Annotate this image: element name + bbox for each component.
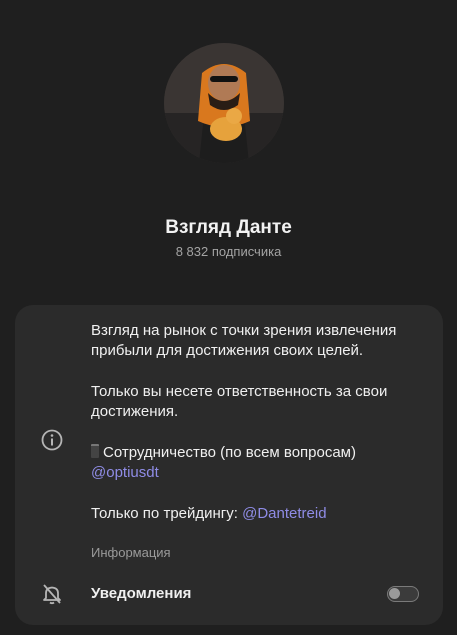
- trading-link[interactable]: @Dantetreid: [242, 505, 326, 522]
- description-line-2: Только вы несете ответственность за свои…: [91, 383, 388, 420]
- info-section-label: Информация: [91, 545, 171, 560]
- subscriber-count: 8 832 подписчика: [175, 244, 282, 259]
- description-line-1: Взгляд на рынок с точки зрения извлечени…: [91, 322, 397, 359]
- avatar-image: [164, 43, 284, 163]
- channel-description: Взгляд на рынок с точки зрения извлечени…: [91, 321, 411, 524]
- channel-title: Взгляд Данте: [165, 217, 292, 238]
- toggle-knob: [389, 588, 400, 599]
- notifications-label: Уведомления: [91, 585, 192, 602]
- channel-avatar[interactable]: [164, 43, 284, 163]
- bell-off-icon: [43, 584, 61, 605]
- description-trading: Только по трейдингу: @Dantetreid: [91, 504, 411, 524]
- info-icon: [41, 429, 63, 451]
- description-cooperation: Сотрудничество (по всем вопросам) @optiu…: [91, 443, 411, 483]
- cooperation-link[interactable]: @optiusdt: [91, 464, 159, 481]
- info-card: Взгляд на рынок с точки зрения извлечени…: [15, 305, 443, 625]
- phone-icon: [91, 444, 99, 458]
- trading-text: Только по трейдингу:: [91, 505, 243, 522]
- cooperation-text: Сотрудничество (по всем вопросам): [103, 444, 356, 461]
- notifications-toggle[interactable]: [387, 586, 419, 602]
